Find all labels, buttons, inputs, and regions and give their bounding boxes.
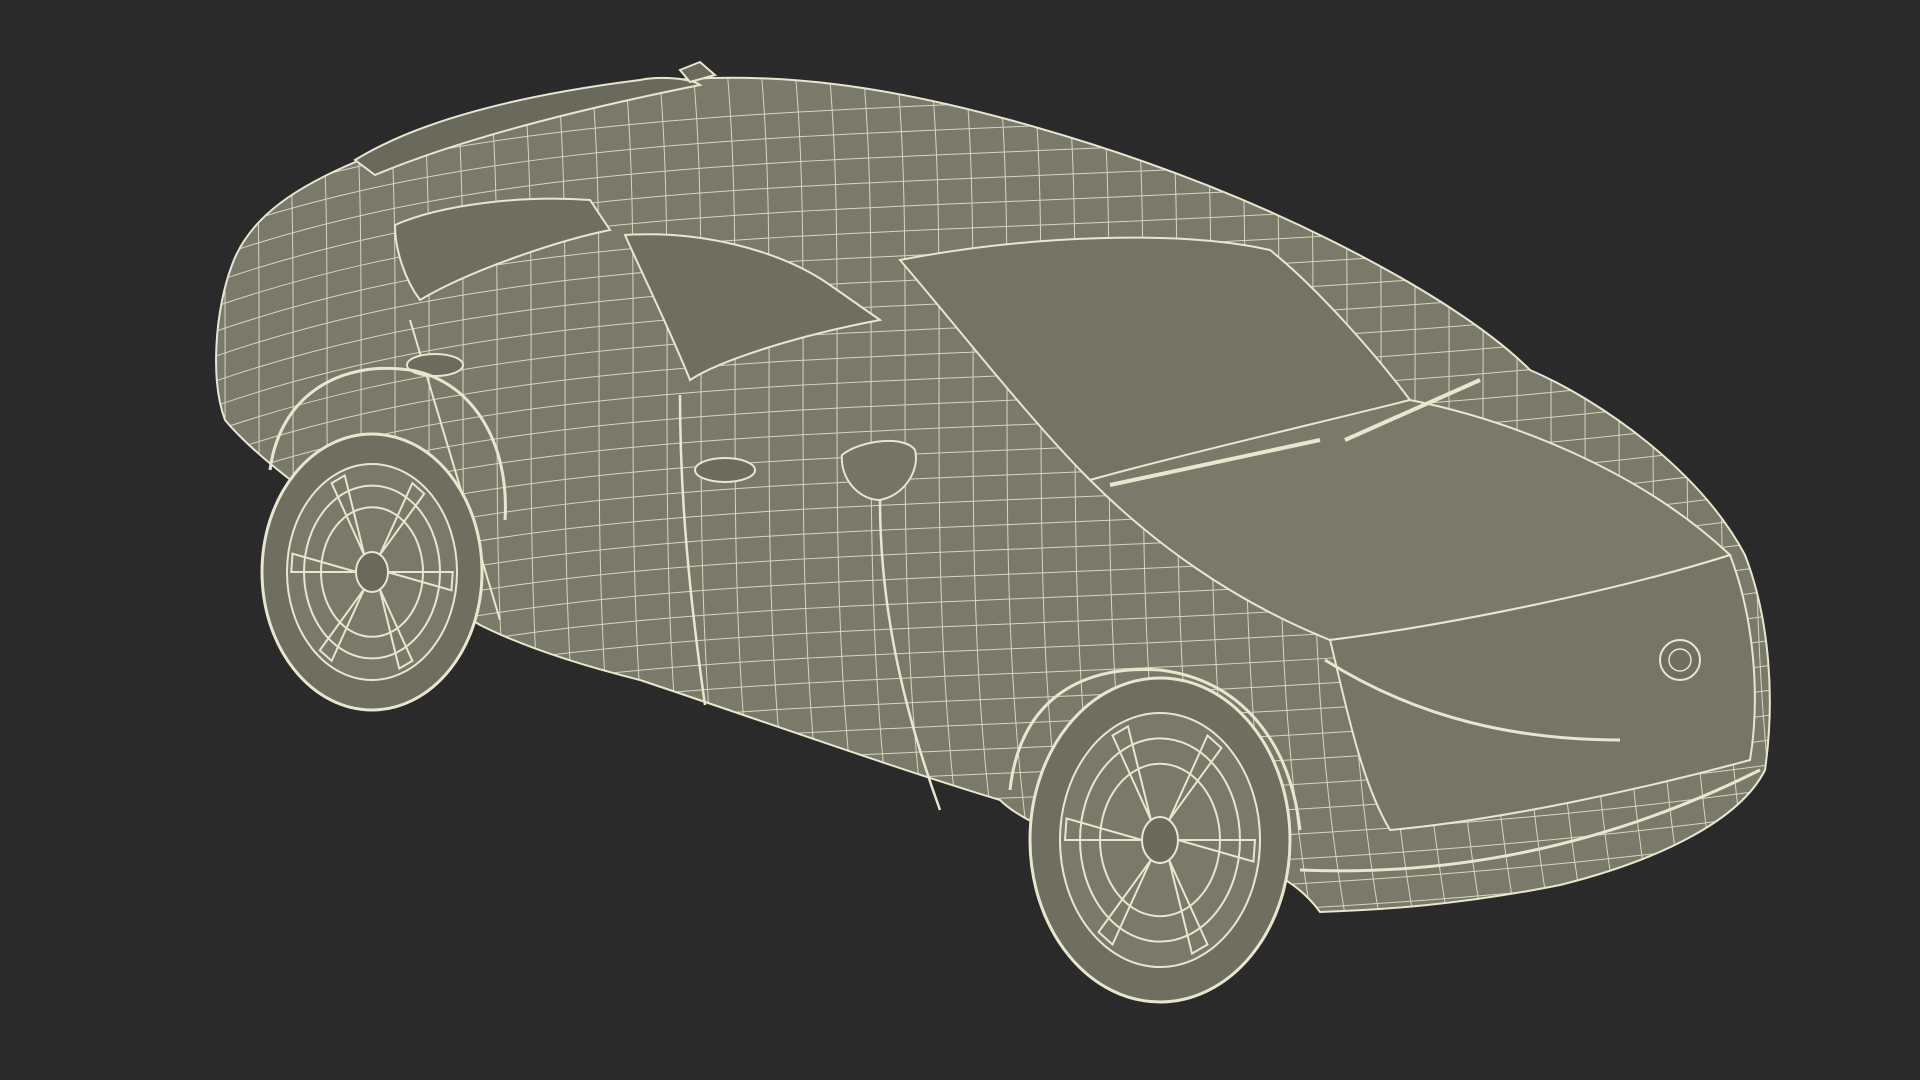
- door-handle-rear: [406, 353, 464, 377]
- door-handle-front: [694, 457, 756, 483]
- wire-line: [216, 859, 1770, 912]
- rear-wheel: [260, 432, 484, 712]
- brand-emblem: [1659, 639, 1701, 681]
- rear-hub: [355, 551, 389, 593]
- render-viewport: [0, 0, 1920, 1080]
- wire-line: [1743, 77, 1770, 912]
- wire-line: [216, 77, 275, 912]
- car-wireframe-render: [215, 40, 1838, 1004]
- front-hub: [1141, 816, 1179, 864]
- front-wheel: [1028, 676, 1292, 1004]
- wire-line: [216, 77, 241, 912]
- wire-line: [1778, 40, 1838, 1000]
